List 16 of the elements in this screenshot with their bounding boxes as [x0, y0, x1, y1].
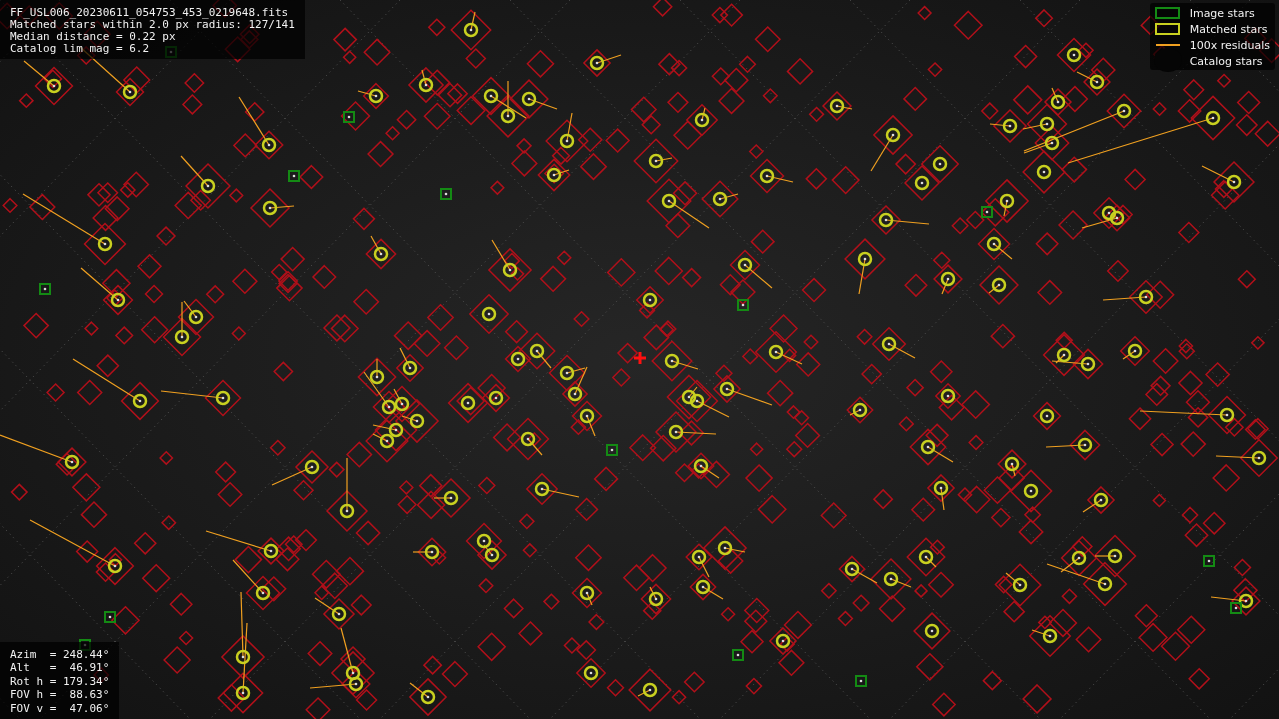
pointing-text: Alt = 46.91°: [10, 661, 110, 675]
pointing-text: FOV v = 47.06°: [10, 701, 110, 715]
legend-label: 100x residuals: [1189, 38, 1270, 52]
info-text: FF_USL006_20230611_054753_453_0219648.fits: [10, 7, 290, 19]
square-outline-icon: [1155, 23, 1181, 35]
info-text: Catalog lim mag = 6.2: [10, 43, 151, 55]
info-text: Matched stars within 2.0 px radius: 127/141: [10, 19, 295, 31]
pointing-text: FOV h = 88.63°: [10, 688, 110, 702]
line-icon: [1155, 44, 1180, 46]
pointing-text: Rot h = 179.34°: [10, 674, 110, 688]
legend-label: Image stars: [1189, 6, 1255, 20]
info-text: Median distance = 0.22 px: [10, 31, 177, 43]
legend-label: Matched stars: [1189, 22, 1268, 36]
legend-label: Catalog stars: [1189, 54, 1263, 68]
square-outline-icon: [1155, 7, 1181, 19]
pointing-text: Azim = 248.44°: [10, 647, 110, 661]
